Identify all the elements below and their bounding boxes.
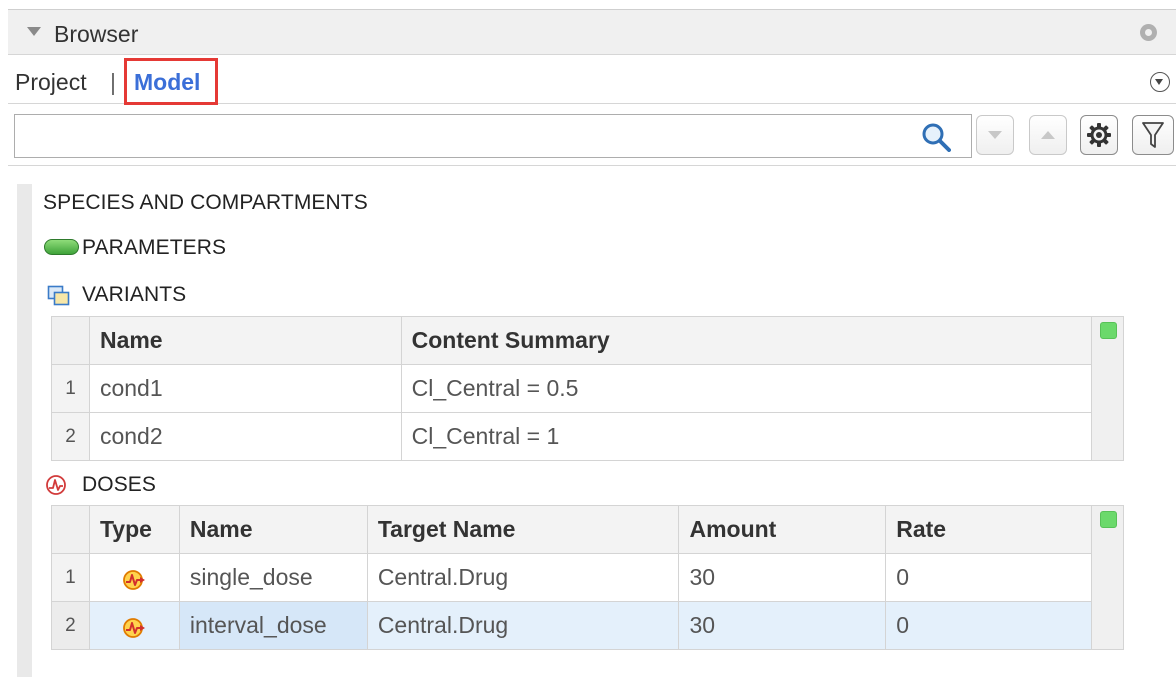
cell-content-summary[interactable]: Cl_Central = 0.5 <box>400 364 1093 413</box>
row-number: 2 <box>51 412 90 461</box>
doses-table: Type Name Target Name Amount Rate 1 sing… <box>51 505 1092 650</box>
chevron-up-icon <box>1041 131 1055 139</box>
variants-icon <box>47 285 70 306</box>
variants-table: Name Content Summary 1 cond1 Cl_Central … <box>51 316 1093 461</box>
doses-icon <box>46 475 66 495</box>
row-number: 1 <box>51 553 90 602</box>
chevron-down-icon <box>988 131 1002 139</box>
tab-separator: | <box>110 69 116 95</box>
column-header-rate[interactable]: Rate <box>885 505 1092 554</box>
row-number: 2 <box>51 601 90 650</box>
table-corner <box>51 505 90 554</box>
tab-bar: Project | Model <box>8 56 1176 105</box>
column-header-target-name[interactable]: Target Name <box>366 505 680 554</box>
table-header-row: Type Name Target Name Amount Rate <box>51 505 1092 554</box>
table-row[interactable]: 1 cond1 Cl_Central = 0.5 <box>51 364 1093 413</box>
section-doses[interactable]: DOSES <box>82 473 156 497</box>
table-corner <box>51 316 90 365</box>
browser-content: SPECIES AND COMPARTMENTS PARAMETERS VARI… <box>17 184 1176 677</box>
column-header-amount[interactable]: Amount <box>678 505 887 554</box>
collapse-triangle-icon[interactable] <box>27 27 41 36</box>
cell-target-name[interactable]: Central.Drug <box>366 601 680 650</box>
cell-target-name[interactable]: Central.Drug <box>366 553 680 602</box>
cell-name[interactable]: single_dose <box>178 553 368 602</box>
cell-name[interactable]: interval_dose <box>178 601 368 650</box>
search-input[interactable] <box>14 114 972 158</box>
parameters-icon <box>44 239 79 255</box>
cell-amount[interactable]: 30 <box>678 601 887 650</box>
section-species-compartments[interactable]: SPECIES AND COMPARTMENTS <box>43 191 368 215</box>
search-row <box>8 105 1176 166</box>
variants-table-side-strip <box>1092 316 1124 461</box>
cell-type[interactable] <box>88 553 180 602</box>
cell-name[interactable]: cond2 <box>88 412 402 461</box>
tree-indent-rule <box>17 184 32 677</box>
cell-type[interactable] <box>88 601 180 650</box>
table-row[interactable]: 2 cond2 Cl_Central = 1 <box>51 412 1093 461</box>
column-header-name[interactable]: Name <box>178 505 368 554</box>
status-indicator <box>1100 322 1117 339</box>
section-parameters[interactable]: PARAMETERS <box>82 236 226 260</box>
settings-button[interactable] <box>1080 115 1118 155</box>
column-header-type[interactable]: Type <box>88 505 180 554</box>
cell-name[interactable]: cond1 <box>88 364 402 413</box>
tab-model[interactable]: Model <box>124 58 218 105</box>
tab-menu-chevron-icon[interactable] <box>1150 72 1170 92</box>
panel-title: Browser <box>54 21 139 47</box>
gear-icon <box>1087 123 1111 147</box>
table-header-row: Name Content Summary <box>51 316 1093 365</box>
cell-content-summary[interactable]: Cl_Central = 1 <box>400 412 1093 461</box>
column-header-name[interactable]: Name <box>88 316 402 365</box>
previous-button[interactable] <box>1029 115 1067 155</box>
row-number: 1 <box>51 364 90 413</box>
filter-icon <box>1142 122 1164 148</box>
doses-table-side-strip <box>1092 505 1124 650</box>
dose-type-icon <box>123 570 146 590</box>
column-header-content-summary[interactable]: Content Summary <box>400 316 1093 365</box>
tab-project[interactable]: Project <box>15 69 87 96</box>
cell-rate[interactable]: 0 <box>885 601 1092 650</box>
search-icon[interactable] <box>921 122 951 152</box>
cell-amount[interactable]: 30 <box>678 553 887 602</box>
status-indicator <box>1100 511 1117 528</box>
filter-button[interactable] <box>1132 115 1174 155</box>
dose-type-icon <box>123 618 146 638</box>
table-row-selected[interactable]: 2 interval_dose Central.Drug 30 0 <box>51 601 1092 650</box>
section-variants[interactable]: VARIANTS <box>82 283 186 307</box>
cell-rate[interactable]: 0 <box>885 553 1092 602</box>
next-button[interactable] <box>976 115 1014 155</box>
panel-header: Browser <box>8 9 1176 55</box>
panel-close-icon[interactable] <box>1140 24 1157 41</box>
table-row[interactable]: 1 single_dose Central.Drug 30 0 <box>51 553 1092 602</box>
